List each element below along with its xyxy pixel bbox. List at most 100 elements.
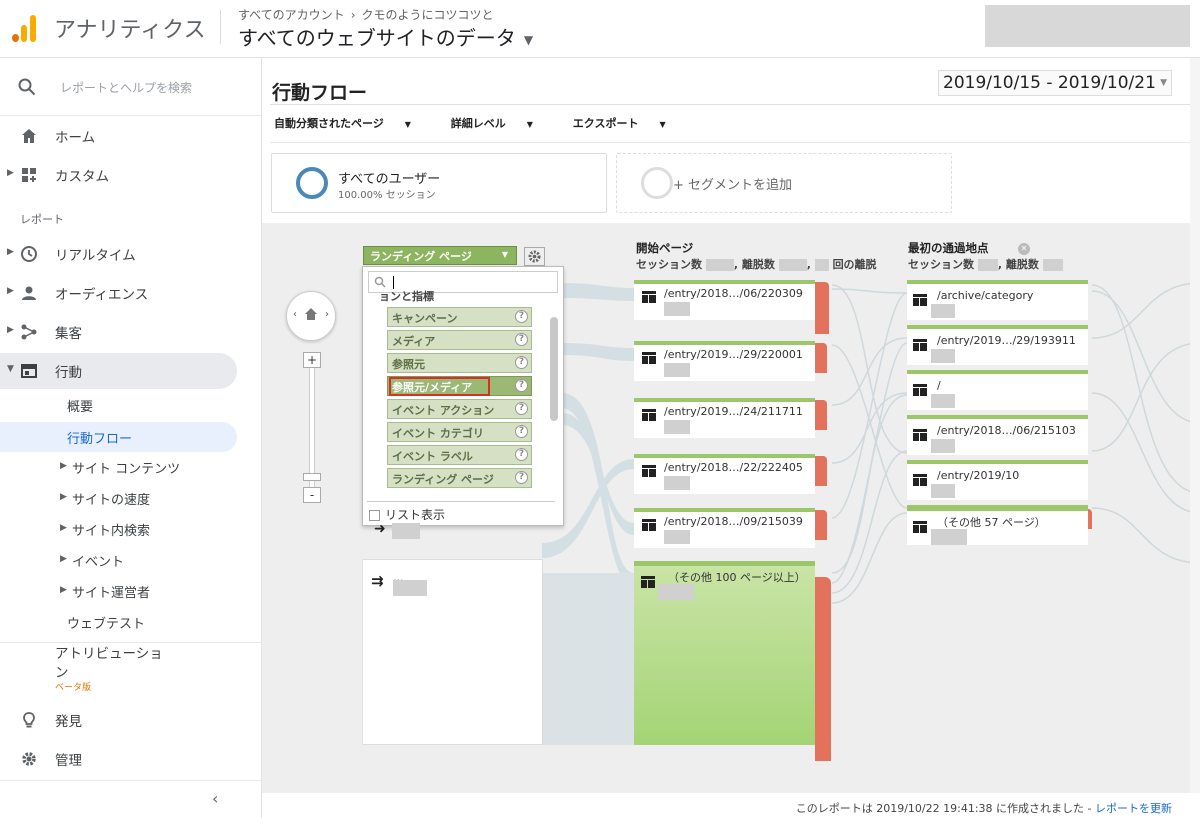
close-column-icon[interactable]: ✕ xyxy=(1018,243,1030,255)
first-step-node[interactable]: /archive/category xyxy=(907,280,1088,320)
sidebar-sub-flow[interactable]: 行動フロー xyxy=(0,422,237,452)
dimension-option[interactable]: イベント ラベル? xyxy=(387,445,532,465)
sidebar-item-acquisition[interactable]: ▶ 集客 xyxy=(0,314,262,350)
page-icon xyxy=(913,474,927,486)
date-range-picker[interactable]: 2019/10/15 - 2019/10/21 ▼ xyxy=(938,70,1172,96)
traffic-bar xyxy=(907,415,1088,419)
left-node-other[interactable]: ⇉ ... xyxy=(362,559,543,745)
view-selector[interactable]: すべてのウェブサイトのデータ ▼ xyxy=(238,22,533,51)
dimension-option[interactable]: キャンペーン? xyxy=(387,307,532,327)
analytics-logo-icon[interactable] xyxy=(12,14,38,42)
sidebar-sub-overview[interactable]: 概要 xyxy=(0,390,237,420)
first-step-node-other[interactable]: （その他 57 ページ） xyxy=(907,505,1092,545)
add-segment-button[interactable]: + セグメントを追加 xyxy=(616,153,952,213)
dropoff-bar[interactable] xyxy=(815,456,827,486)
sidebar-sub-site-search[interactable]: ▶ サイト内検索 xyxy=(0,514,237,544)
home-icon[interactable] xyxy=(303,306,319,322)
expand-arrow-icon: ▶ xyxy=(60,461,67,471)
dimension-option[interactable]: ランディング ページ? xyxy=(387,468,532,488)
search-icon xyxy=(374,276,386,288)
sidebar-item-attribution[interactable]: アトリビューション xyxy=(0,642,262,682)
first-step-node[interactable]: /entry/2019/10 xyxy=(907,460,1088,500)
sidebar-item-home[interactable]: ホーム xyxy=(0,118,262,154)
dropoff-bar[interactable] xyxy=(815,510,827,540)
list-view-checkbox[interactable] xyxy=(369,510,380,521)
dropoff-bar[interactable] xyxy=(815,282,829,334)
sidebar-item-behavior[interactable]: ▼ 行動 xyxy=(0,353,237,389)
dropdown-scrollbar[interactable] xyxy=(550,317,558,421)
sidebar-search[interactable]: レポートとヘルプを検索 xyxy=(0,58,262,116)
dropoff-bar[interactable] xyxy=(815,400,827,430)
breadcrumb-property[interactable]: クモのようにコツコツと xyxy=(362,8,494,22)
start-page-node[interactable]: /entry/2018…/06/220309 xyxy=(634,280,829,334)
sidebar-item-custom[interactable]: ▶ カスタム xyxy=(0,157,262,193)
zoom-slider-handle[interactable] xyxy=(303,473,321,481)
breadcrumb[interactable]: すべてのアカウント › クモのようにコツコツと xyxy=(238,6,494,23)
zoom-in-button[interactable]: + xyxy=(303,352,321,368)
sidebar-item-realtime[interactable]: ▶ リアルタイム xyxy=(0,236,262,272)
caret-down-icon: ▼ xyxy=(1160,78,1167,88)
option-label: イベント カテゴリ xyxy=(392,427,484,440)
help-icon[interactable]: ? xyxy=(515,402,528,415)
sidebar-item-discover[interactable]: 発見 xyxy=(0,702,262,738)
dimension-option[interactable]: イベント アクション? xyxy=(387,399,532,419)
report-toolbar: 自動分類されたページ ▼ 詳細レベル ▼ エクスポート ▼ xyxy=(274,115,702,131)
start-page-node[interactable]: /entry/2018…/09/215039 xyxy=(634,508,827,548)
dimension-option[interactable]: 参照元? xyxy=(387,353,532,373)
start-page-node[interactable]: /entry/2018…/22/222405 xyxy=(634,454,827,494)
help-icon[interactable]: ? xyxy=(515,310,528,323)
report-footer: このレポートは 2019/10/22 19:41:38 に作成されました - レ… xyxy=(262,793,1200,818)
start-page-node[interactable]: /entry/2019…/29/220001 xyxy=(634,341,827,381)
vertical-scrollbar[interactable] xyxy=(1190,58,1200,793)
node-label: /entry/2019…/24/211711 xyxy=(664,405,803,418)
redacted-value xyxy=(1042,259,1063,271)
behavior-icon xyxy=(21,364,37,378)
sidebar-sub-events[interactable]: ▶ イベント xyxy=(0,545,237,575)
help-icon[interactable]: ? xyxy=(515,333,528,346)
dimension-option[interactable]: イベント カテゴリ? xyxy=(387,422,532,442)
zoom-out-button[interactable]: - xyxy=(303,487,321,503)
auto-pages-menu[interactable]: 自動分類されたページ ▼ xyxy=(274,117,429,130)
page-icon xyxy=(913,339,927,351)
person-icon xyxy=(22,286,36,300)
sidebar-sub-site-speed[interactable]: ▶ サイトの速度 xyxy=(0,483,237,513)
sidebar-sub-publisher[interactable]: ▶ サイト運営者 xyxy=(0,576,237,606)
sidebar-sub-experiments[interactable]: ウェブテスト xyxy=(0,607,237,637)
segment-all-users[interactable]: すべてのユーザー 100.00% セッション xyxy=(271,153,607,213)
dimension-option-selected[interactable]: 参照元/メディア? xyxy=(387,376,532,396)
breadcrumb-accounts[interactable]: すべてのアカウント xyxy=(238,8,345,22)
flow-settings-button[interactable] xyxy=(524,247,545,266)
dimension-option[interactable]: メディア? xyxy=(387,330,532,350)
help-icon[interactable]: ? xyxy=(515,379,528,392)
sidebar-sub-site-content[interactable]: ▶ サイト コンテンツ xyxy=(0,452,237,482)
pan-right-icon[interactable]: › xyxy=(325,309,329,320)
sidebar-item-admin[interactable]: 管理 xyxy=(0,741,262,777)
pan-control[interactable]: ‹ › xyxy=(286,291,336,341)
expand-arrow-icon: ▶ xyxy=(60,554,67,564)
header-divider xyxy=(220,10,221,44)
beta-badge: ベータ版 xyxy=(55,683,92,693)
traffic-bar xyxy=(907,370,1088,374)
export-menu[interactable]: エクスポート ▼ xyxy=(573,117,684,130)
landing-page-dropdown[interactable]: ランディング ページ ▼ xyxy=(363,246,517,265)
refresh-report-link[interactable]: レポートを更新 xyxy=(1095,802,1172,815)
help-icon[interactable]: ? xyxy=(515,425,528,438)
help-icon[interactable]: ? xyxy=(515,356,528,369)
sidebar-label: オーディエンス xyxy=(55,287,149,303)
start-page-node-other[interactable]: （その他 100 ページ以上） xyxy=(634,561,815,745)
start-page-node[interactable]: /entry/2019…/24/211711 xyxy=(634,398,827,438)
help-icon[interactable]: ? xyxy=(515,471,528,484)
dropoff-bar[interactable] xyxy=(815,343,827,373)
expand-arrow-icon: ▶ xyxy=(60,523,67,533)
sidebar-item-audience[interactable]: ▶ オーディエンス xyxy=(0,275,262,311)
flow-visualization[interactable]: ‹ › + - ランディング ページ ▼ ョンと指標 キャンペーン? メディア?… xyxy=(262,223,1200,793)
sidebar-collapse[interactable]: ‹ xyxy=(0,780,262,818)
detail-level-menu[interactable]: 詳細レベル ▼ xyxy=(451,117,551,130)
first-step-node[interactable]: / xyxy=(907,370,1088,410)
pan-left-icon[interactable]: ‹ xyxy=(293,309,297,320)
first-step-node[interactable]: /entry/2018…/06/215103 xyxy=(907,415,1088,455)
first-step-node[interactable]: /entry/2019…/29/193911 xyxy=(907,325,1088,365)
dropoff-bar[interactable] xyxy=(815,577,831,761)
dropoff-bar[interactable] xyxy=(1088,509,1092,529)
help-icon[interactable]: ? xyxy=(515,448,528,461)
